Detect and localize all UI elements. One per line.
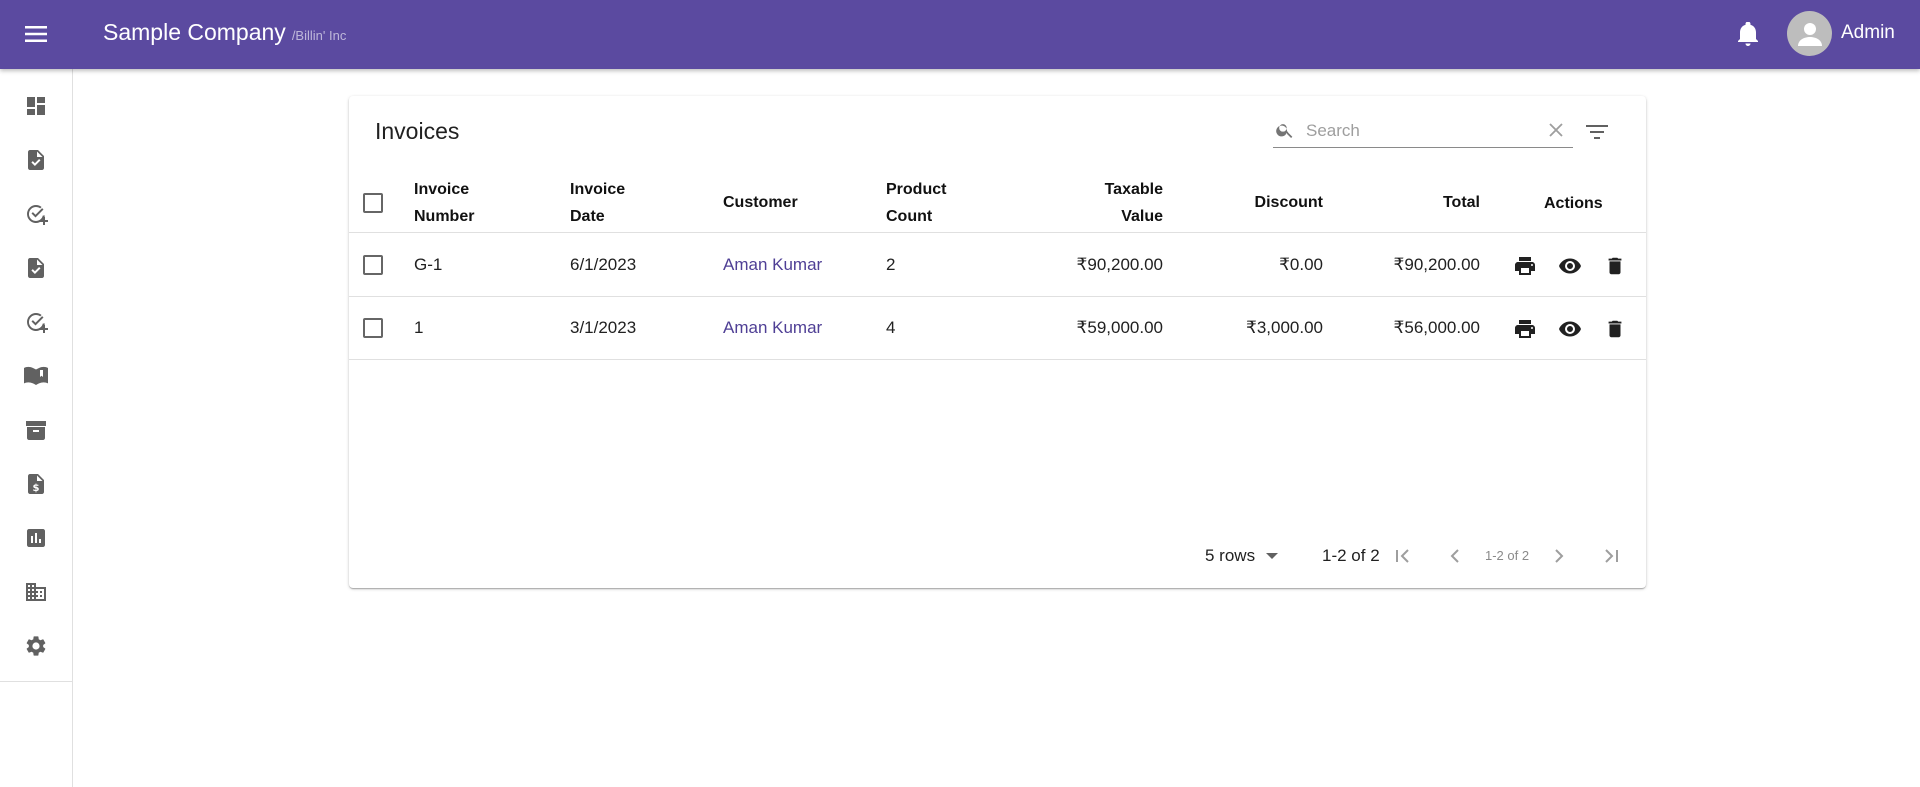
col-discount[interactable]: Discount xyxy=(1209,189,1323,216)
row-checkbox[interactable] xyxy=(363,318,383,338)
menu-icon[interactable] xyxy=(20,20,52,48)
view-eye-icon[interactable] xyxy=(1555,251,1585,281)
col-invoice-date[interactable]: Invoice Date xyxy=(570,176,625,230)
cell-taxable-value: ₹59,000.00 xyxy=(1076,318,1163,337)
search-box xyxy=(1273,116,1573,148)
search-icon xyxy=(1275,120,1295,145)
cell-discount: ₹3,000.00 xyxy=(1246,318,1323,337)
first-page-icon[interactable] xyxy=(1389,542,1417,570)
page-count: 1-2 of 2 xyxy=(1322,546,1380,565)
nav-book-icon[interactable] xyxy=(0,349,72,403)
col-product-count[interactable]: Product Count xyxy=(886,176,946,230)
cell-invoice-date: 3/1/2023 xyxy=(570,318,637,337)
company-subtitle: /Billin' Inc xyxy=(291,28,347,43)
col-invoice-number[interactable]: Invoice Number xyxy=(414,176,474,230)
col-total[interactable]: Total xyxy=(1366,189,1480,216)
cell-invoice-date: 6/1/2023 xyxy=(570,255,637,274)
nav-settings-icon[interactable] xyxy=(0,619,72,673)
cell-product-count: 4 xyxy=(886,318,896,337)
nav-divider xyxy=(0,681,72,682)
cell-invoice-number: G-1 xyxy=(414,255,443,274)
notifications-bell-icon[interactable] xyxy=(1734,19,1762,49)
clear-search-icon[interactable] xyxy=(1548,122,1564,143)
table-row: G-1 6/1/2023 Aman Kumar 2 ₹90,200.00 ₹0.… xyxy=(349,234,1646,297)
col-taxable-value[interactable]: Taxable Value xyxy=(1049,176,1163,230)
print-icon[interactable] xyxy=(1510,251,1540,281)
person-icon xyxy=(1797,22,1822,46)
nav-invoice-check-icon[interactable] xyxy=(0,133,72,187)
select-all-checkbox[interactable] xyxy=(363,193,383,213)
page-count-inline: 1-2 of 2 xyxy=(1485,548,1530,563)
print-icon[interactable] xyxy=(1510,314,1540,344)
cell-taxable-value: ₹90,200.00 xyxy=(1076,255,1163,274)
nav-chart-icon[interactable] xyxy=(0,511,72,565)
invoices-card: Invoices Invoice Number Invoice Date Cus… xyxy=(349,96,1646,588)
col-taxable-value-line2: Value xyxy=(1121,208,1163,225)
filter-list-icon[interactable] xyxy=(1583,118,1611,146)
cell-invoice-number: 1 xyxy=(414,318,424,337)
app-title: Sample Company/Billin' Inc xyxy=(103,19,346,46)
col-product-count-line1: Product xyxy=(886,181,947,198)
delete-icon[interactable] xyxy=(1600,314,1630,344)
delete-icon[interactable] xyxy=(1600,251,1630,281)
cell-customer-link[interactable]: Aman Kumar xyxy=(723,297,822,359)
col-invoice-date-line1: Invoice xyxy=(570,181,626,198)
nav-dashboard-icon[interactable] xyxy=(0,79,72,133)
nav-dollar-document-icon[interactable]: $ xyxy=(0,457,72,511)
svg-text:$: $ xyxy=(33,483,40,494)
col-invoice-date-line2: Date xyxy=(570,208,605,225)
next-page-icon[interactable] xyxy=(1545,542,1573,570)
last-page-icon[interactable] xyxy=(1597,542,1625,570)
nav-invoice-check-icon-2[interactable] xyxy=(0,241,72,295)
nav-add-check-icon[interactable] xyxy=(0,187,72,241)
company-name: Sample Company xyxy=(103,19,286,45)
col-invoice-number-line1: Invoice xyxy=(414,181,470,198)
dropdown-arrow-icon xyxy=(1265,552,1279,560)
nav-business-icon[interactable] xyxy=(0,565,72,619)
col-product-count-line2: Count xyxy=(886,208,933,225)
app-bar: Sample Company/Billin' Inc Admin xyxy=(0,0,1920,69)
table-row: 1 3/1/2023 Aman Kumar 4 ₹59,000.00 ₹3,00… xyxy=(349,297,1646,360)
cell-product-count: 2 xyxy=(886,255,896,274)
user-name[interactable]: Admin xyxy=(1841,22,1895,44)
cell-customer-link[interactable]: Aman Kumar xyxy=(723,234,822,296)
avatar[interactable] xyxy=(1787,11,1832,56)
rows-per-page-select[interactable]: 5 rows xyxy=(1205,546,1279,566)
nav-archive-icon[interactable] xyxy=(0,403,72,457)
rows-per-page-label: 5 rows xyxy=(1205,546,1256,565)
row-checkbox[interactable] xyxy=(363,255,383,275)
table-header: Invoice Number Invoice Date Customer Pro… xyxy=(349,173,1646,233)
col-invoice-number-line2: Number xyxy=(414,208,475,225)
cell-discount: ₹0.00 xyxy=(1279,255,1323,274)
col-taxable-value-line1: Taxable xyxy=(1104,181,1163,198)
view-eye-icon[interactable] xyxy=(1555,314,1585,344)
cell-total: ₹56,000.00 xyxy=(1393,318,1480,337)
col-customer[interactable]: Customer xyxy=(723,189,798,216)
page-title: Invoices xyxy=(375,118,460,144)
col-actions: Actions xyxy=(1544,195,1603,212)
search-input[interactable] xyxy=(1304,116,1539,146)
nav-add-check-icon-2[interactable] xyxy=(0,295,72,349)
previous-page-icon[interactable] xyxy=(1441,542,1469,570)
side-nav: $ xyxy=(0,69,73,787)
cell-total: ₹90,200.00 xyxy=(1393,255,1480,274)
